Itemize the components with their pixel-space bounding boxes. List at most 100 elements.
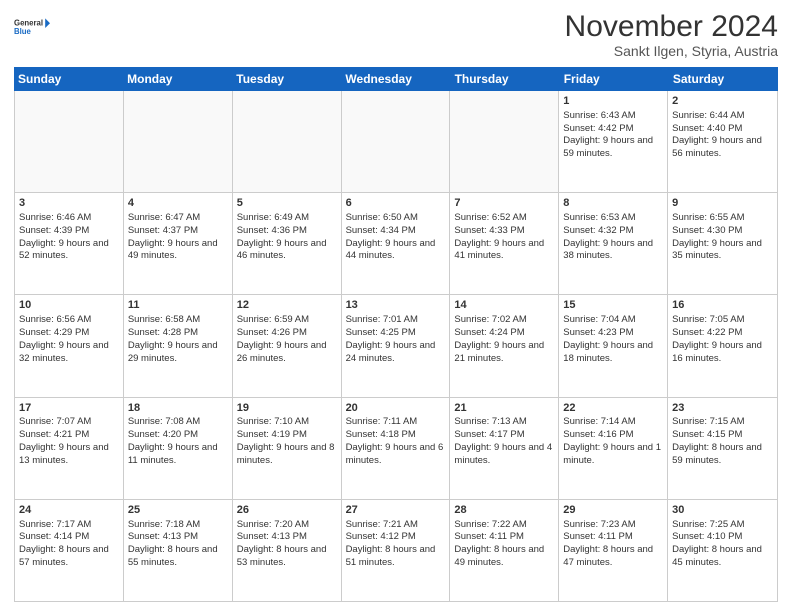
day-cell-20: 20Sunrise: 7:11 AM Sunset: 4:18 PM Dayli… xyxy=(342,398,451,499)
day-number: 30 xyxy=(672,503,773,518)
day-number: 8 xyxy=(563,196,663,211)
day-info: Sunrise: 7:15 AM Sunset: 4:15 PM Dayligh… xyxy=(672,416,773,467)
day-number: 29 xyxy=(563,503,663,518)
day-info: Sunrise: 7:07 AM Sunset: 4:21 PM Dayligh… xyxy=(19,416,119,467)
day-cell-27: 27Sunrise: 7:21 AM Sunset: 4:12 PM Dayli… xyxy=(342,500,451,601)
day-number: 11 xyxy=(128,298,228,313)
weekday-header-thursday: Thursday xyxy=(451,67,560,91)
day-info: Sunrise: 7:18 AM Sunset: 4:13 PM Dayligh… xyxy=(128,519,228,570)
day-info: Sunrise: 6:55 AM Sunset: 4:30 PM Dayligh… xyxy=(672,212,773,263)
page: General Blue November 2024 Sankt Ilgen, … xyxy=(0,0,792,612)
day-info: Sunrise: 6:59 AM Sunset: 4:26 PM Dayligh… xyxy=(237,314,337,365)
day-cell-25: 25Sunrise: 7:18 AM Sunset: 4:13 PM Dayli… xyxy=(124,500,233,601)
day-number: 15 xyxy=(563,298,663,313)
day-info: Sunrise: 6:58 AM Sunset: 4:28 PM Dayligh… xyxy=(128,314,228,365)
day-number: 18 xyxy=(128,401,228,416)
day-number: 6 xyxy=(346,196,446,211)
day-cell-30: 30Sunrise: 7:25 AM Sunset: 4:10 PM Dayli… xyxy=(668,500,777,601)
logo-svg: General Blue xyxy=(14,10,50,46)
day-number: 16 xyxy=(672,298,773,313)
day-number: 27 xyxy=(346,503,446,518)
day-info: Sunrise: 7:10 AM Sunset: 4:19 PM Dayligh… xyxy=(237,416,337,467)
day-info: Sunrise: 6:56 AM Sunset: 4:29 PM Dayligh… xyxy=(19,314,119,365)
title-block: November 2024 Sankt Ilgen, Styria, Austr… xyxy=(565,10,778,59)
weekday-header-sunday: Sunday xyxy=(14,67,123,91)
day-cell-8: 8Sunrise: 6:53 AM Sunset: 4:32 PM Daylig… xyxy=(559,193,668,294)
day-info: Sunrise: 7:08 AM Sunset: 4:20 PM Dayligh… xyxy=(128,416,228,467)
day-cell-28: 28Sunrise: 7:22 AM Sunset: 4:11 PM Dayli… xyxy=(450,500,559,601)
day-number: 28 xyxy=(454,503,554,518)
day-number: 12 xyxy=(237,298,337,313)
day-number: 14 xyxy=(454,298,554,313)
calendar-body: 1Sunrise: 6:43 AM Sunset: 4:42 PM Daylig… xyxy=(14,91,778,602)
day-cell-4: 4Sunrise: 6:47 AM Sunset: 4:37 PM Daylig… xyxy=(124,193,233,294)
day-info: Sunrise: 7:11 AM Sunset: 4:18 PM Dayligh… xyxy=(346,416,446,467)
day-number: 1 xyxy=(563,94,663,109)
day-info: Sunrise: 7:20 AM Sunset: 4:13 PM Dayligh… xyxy=(237,519,337,570)
day-cell-empty-0-2 xyxy=(233,91,342,192)
day-cell-16: 16Sunrise: 7:05 AM Sunset: 4:22 PM Dayli… xyxy=(668,295,777,396)
day-number: 9 xyxy=(672,196,773,211)
header: General Blue November 2024 Sankt Ilgen, … xyxy=(14,10,778,59)
day-number: 3 xyxy=(19,196,119,211)
day-info: Sunrise: 7:05 AM Sunset: 4:22 PM Dayligh… xyxy=(672,314,773,365)
weekday-header-tuesday: Tuesday xyxy=(232,67,341,91)
day-number: 25 xyxy=(128,503,228,518)
day-cell-18: 18Sunrise: 7:08 AM Sunset: 4:20 PM Dayli… xyxy=(124,398,233,499)
day-info: Sunrise: 7:23 AM Sunset: 4:11 PM Dayligh… xyxy=(563,519,663,570)
day-number: 26 xyxy=(237,503,337,518)
day-cell-29: 29Sunrise: 7:23 AM Sunset: 4:11 PM Dayli… xyxy=(559,500,668,601)
day-info: Sunrise: 6:49 AM Sunset: 4:36 PM Dayligh… xyxy=(237,212,337,263)
day-cell-empty-0-0 xyxy=(15,91,124,192)
day-number: 21 xyxy=(454,401,554,416)
day-number: 23 xyxy=(672,401,773,416)
day-info: Sunrise: 7:13 AM Sunset: 4:17 PM Dayligh… xyxy=(454,416,554,467)
location: Sankt Ilgen, Styria, Austria xyxy=(565,43,778,59)
day-cell-14: 14Sunrise: 7:02 AM Sunset: 4:24 PM Dayli… xyxy=(450,295,559,396)
day-cell-empty-0-1 xyxy=(124,91,233,192)
calendar-row-1: 3Sunrise: 6:46 AM Sunset: 4:39 PM Daylig… xyxy=(15,193,777,295)
day-cell-10: 10Sunrise: 6:56 AM Sunset: 4:29 PM Dayli… xyxy=(15,295,124,396)
day-cell-13: 13Sunrise: 7:01 AM Sunset: 4:25 PM Dayli… xyxy=(342,295,451,396)
day-number: 17 xyxy=(19,401,119,416)
day-info: Sunrise: 7:25 AM Sunset: 4:10 PM Dayligh… xyxy=(672,519,773,570)
day-info: Sunrise: 6:44 AM Sunset: 4:40 PM Dayligh… xyxy=(672,110,773,161)
calendar-row-0: 1Sunrise: 6:43 AM Sunset: 4:42 PM Daylig… xyxy=(15,91,777,193)
weekday-header-saturday: Saturday xyxy=(669,67,778,91)
day-number: 5 xyxy=(237,196,337,211)
day-cell-5: 5Sunrise: 6:49 AM Sunset: 4:36 PM Daylig… xyxy=(233,193,342,294)
day-info: Sunrise: 7:04 AM Sunset: 4:23 PM Dayligh… xyxy=(563,314,663,365)
day-info: Sunrise: 7:22 AM Sunset: 4:11 PM Dayligh… xyxy=(454,519,554,570)
day-cell-15: 15Sunrise: 7:04 AM Sunset: 4:23 PM Dayli… xyxy=(559,295,668,396)
day-info: Sunrise: 7:17 AM Sunset: 4:14 PM Dayligh… xyxy=(19,519,119,570)
day-cell-1: 1Sunrise: 6:43 AM Sunset: 4:42 PM Daylig… xyxy=(559,91,668,192)
day-info: Sunrise: 6:50 AM Sunset: 4:34 PM Dayligh… xyxy=(346,212,446,263)
day-cell-26: 26Sunrise: 7:20 AM Sunset: 4:13 PM Dayli… xyxy=(233,500,342,601)
day-cell-11: 11Sunrise: 6:58 AM Sunset: 4:28 PM Dayli… xyxy=(124,295,233,396)
day-info: Sunrise: 7:14 AM Sunset: 4:16 PM Dayligh… xyxy=(563,416,663,467)
day-cell-21: 21Sunrise: 7:13 AM Sunset: 4:17 PM Dayli… xyxy=(450,398,559,499)
day-cell-empty-0-3 xyxy=(342,91,451,192)
weekday-header-friday: Friday xyxy=(560,67,669,91)
day-info: Sunrise: 6:46 AM Sunset: 4:39 PM Dayligh… xyxy=(19,212,119,263)
day-cell-9: 9Sunrise: 6:55 AM Sunset: 4:30 PM Daylig… xyxy=(668,193,777,294)
day-info: Sunrise: 6:53 AM Sunset: 4:32 PM Dayligh… xyxy=(563,212,663,263)
day-number: 4 xyxy=(128,196,228,211)
svg-text:Blue: Blue xyxy=(14,27,32,36)
day-number: 10 xyxy=(19,298,119,313)
day-cell-2: 2Sunrise: 6:44 AM Sunset: 4:40 PM Daylig… xyxy=(668,91,777,192)
weekday-header-monday: Monday xyxy=(123,67,232,91)
day-number: 7 xyxy=(454,196,554,211)
svg-text:General: General xyxy=(14,19,43,28)
logo: General Blue xyxy=(14,10,50,46)
month-title: November 2024 xyxy=(565,10,778,43)
calendar: SundayMondayTuesdayWednesdayThursdayFrid… xyxy=(14,67,778,602)
day-cell-24: 24Sunrise: 7:17 AM Sunset: 4:14 PM Dayli… xyxy=(15,500,124,601)
day-cell-22: 22Sunrise: 7:14 AM Sunset: 4:16 PM Dayli… xyxy=(559,398,668,499)
day-cell-19: 19Sunrise: 7:10 AM Sunset: 4:19 PM Dayli… xyxy=(233,398,342,499)
day-number: 19 xyxy=(237,401,337,416)
day-info: Sunrise: 7:02 AM Sunset: 4:24 PM Dayligh… xyxy=(454,314,554,365)
day-info: Sunrise: 6:43 AM Sunset: 4:42 PM Dayligh… xyxy=(563,110,663,161)
day-cell-7: 7Sunrise: 6:52 AM Sunset: 4:33 PM Daylig… xyxy=(450,193,559,294)
day-info: Sunrise: 6:52 AM Sunset: 4:33 PM Dayligh… xyxy=(454,212,554,263)
